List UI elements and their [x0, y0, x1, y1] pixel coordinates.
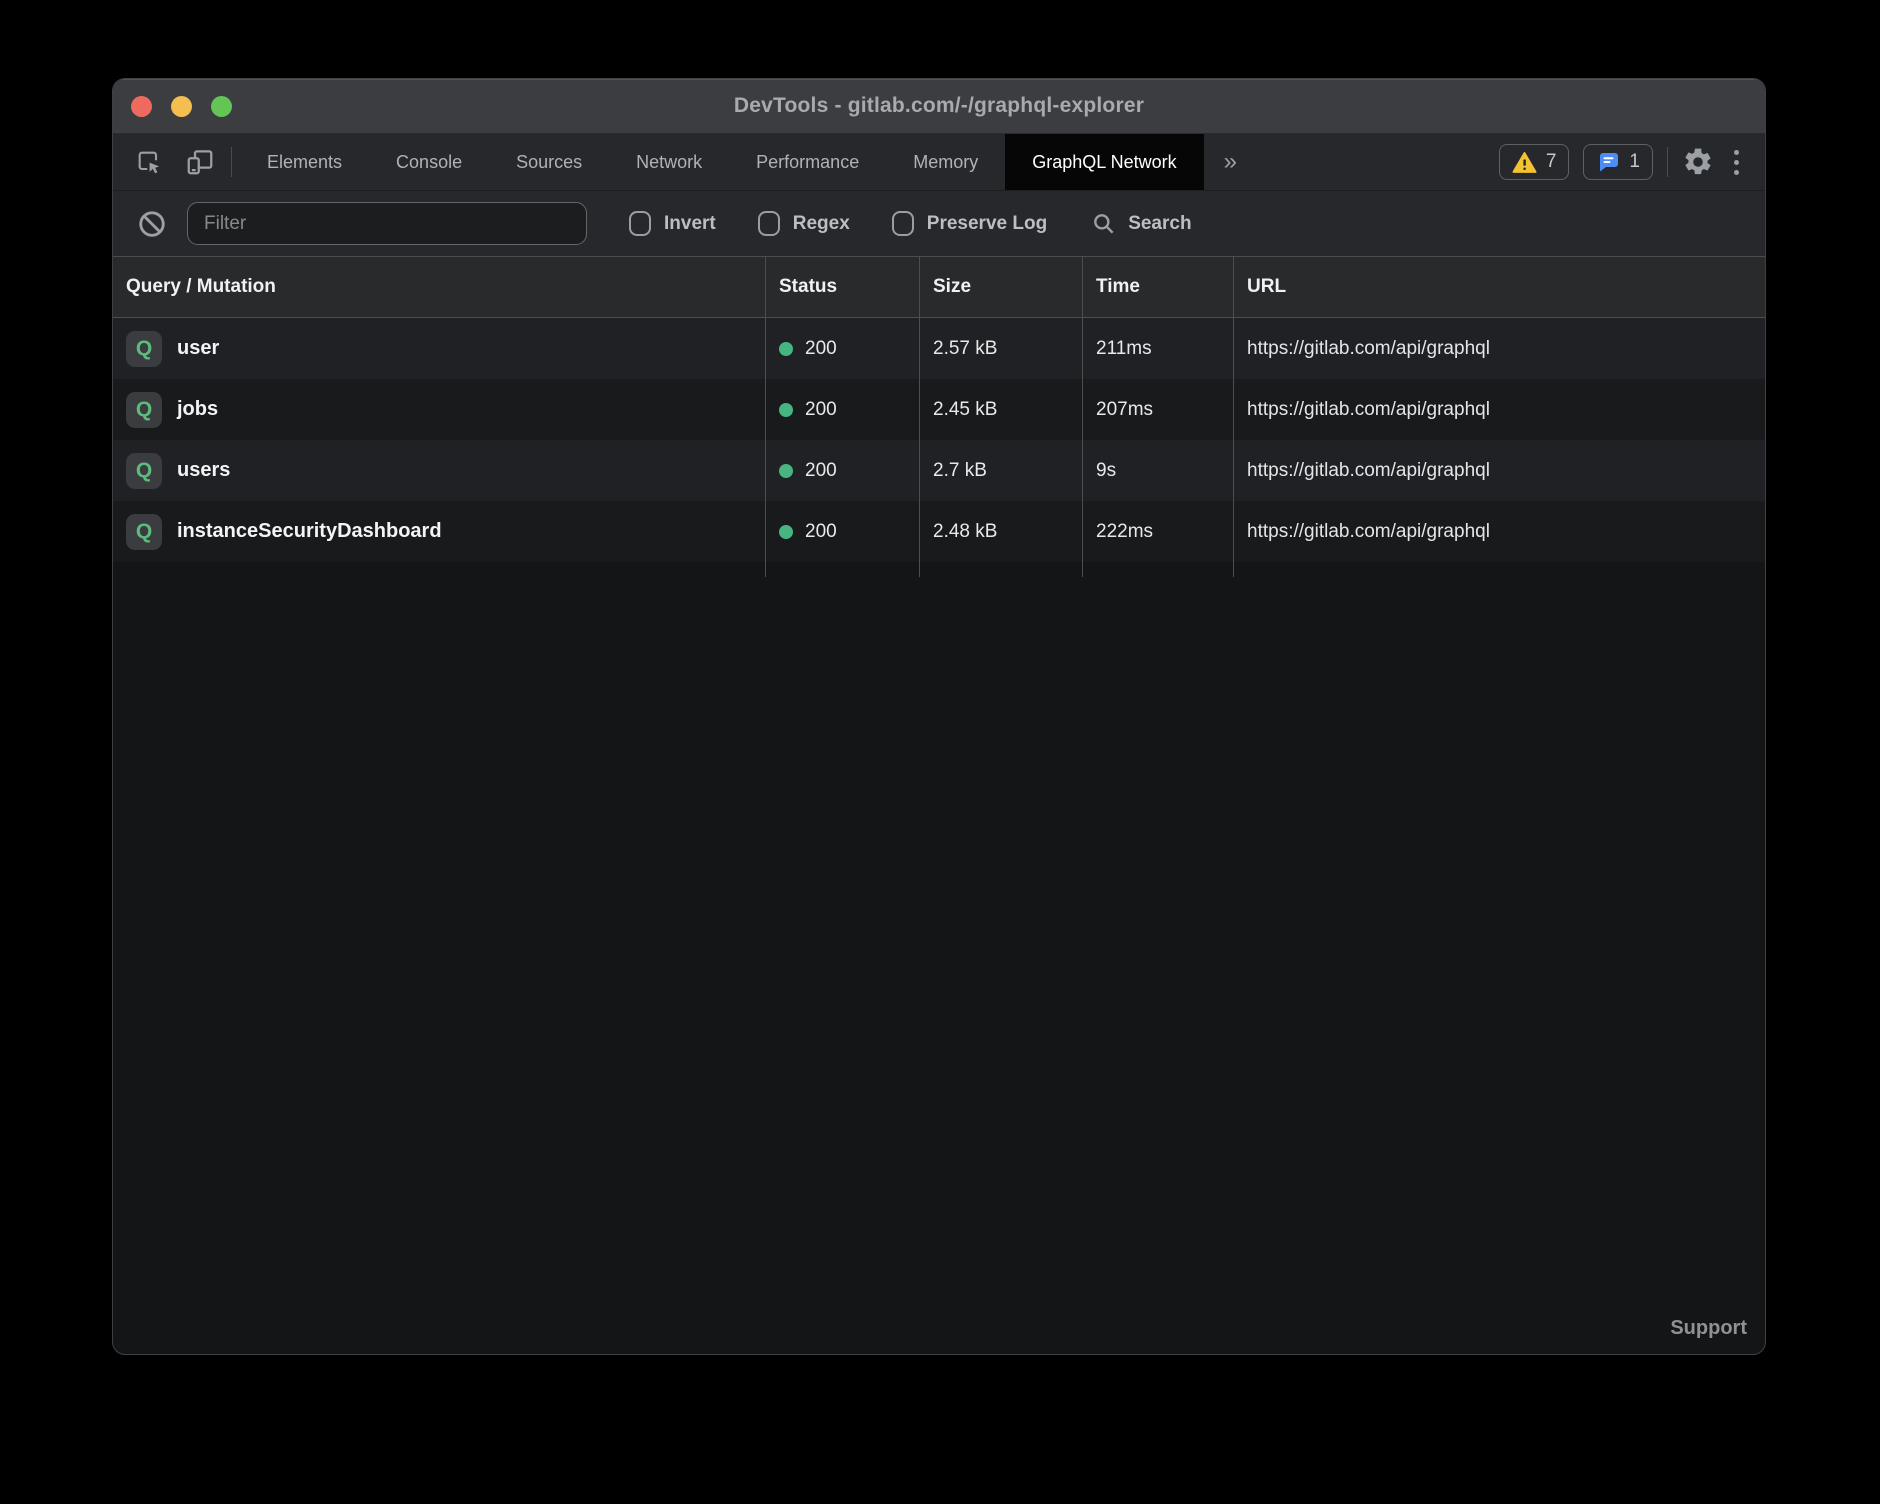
preserve-log-checkbox[interactable]: [892, 211, 914, 236]
column-divider-extension: [113, 562, 1765, 577]
status-ok-dot: [779, 342, 793, 356]
column-header-url: URL: [1233, 257, 1765, 317]
clear-log-icon[interactable]: [137, 209, 167, 239]
request-url: https://gitlab.com/api/graphql: [1247, 521, 1490, 543]
request-url: https://gitlab.com/api/graphql: [1247, 399, 1490, 421]
tab-graphql-network[interactable]: GraphQL Network: [1005, 134, 1203, 190]
request-url: https://gitlab.com/api/graphql: [1247, 460, 1490, 482]
toolbar-icons: [113, 134, 231, 190]
more-tabs-chevron-icon[interactable]: »: [1204, 134, 1257, 190]
column-header-query: Query / Mutation: [113, 257, 765, 317]
regex-label: Regex: [793, 213, 850, 235]
query-type-badge: Q: [126, 453, 162, 489]
column-header-size: Size: [919, 257, 1082, 317]
query-name: jobs: [177, 398, 218, 421]
window-title: DevTools - gitlab.com/-/graphql-explorer: [113, 79, 1765, 133]
response-time: 9s: [1096, 460, 1116, 482]
query-type-badge: Q: [126, 392, 162, 428]
devtools-tab-bar: Elements Console Sources Network Perform…: [113, 134, 1765, 191]
status-code: 200: [805, 399, 837, 421]
regex-checkbox-group[interactable]: Regex: [758, 211, 850, 236]
tab-memory[interactable]: Memory: [886, 134, 1005, 190]
status-code: 200: [805, 521, 837, 543]
messages-badge[interactable]: 1: [1583, 144, 1653, 180]
query-type-badge: Q: [126, 331, 162, 367]
tab-elements[interactable]: Elements: [240, 134, 369, 190]
support-link[interactable]: Support: [1670, 1317, 1747, 1340]
tab-console[interactable]: Console: [369, 134, 489, 190]
query-name: user: [177, 337, 219, 360]
tab-network[interactable]: Network: [609, 134, 729, 190]
chat-bubble-icon: [1596, 150, 1620, 174]
status-code: 200: [805, 460, 837, 482]
invert-checkbox[interactable]: [629, 211, 651, 236]
invert-label: Invert: [664, 213, 716, 235]
messages-count: 1: [1629, 151, 1640, 173]
table-row[interactable]: Q user 200 2.57 kB 211ms https://gitlab.…: [113, 318, 1765, 379]
status-code: 200: [805, 338, 837, 360]
preserve-log-label: Preserve Log: [927, 213, 1047, 235]
devtools-window: DevTools - gitlab.com/-/graphql-explorer…: [112, 78, 1766, 1355]
preserve-log-checkbox-group[interactable]: Preserve Log: [892, 211, 1047, 236]
toolbar-separator: [231, 147, 232, 177]
table-header: Query / Mutation Status Size Time URL: [113, 257, 1765, 318]
more-options-kebab-icon[interactable]: [1728, 150, 1745, 175]
table-row[interactable]: Q jobs 200 2.45 kB 207ms https://gitlab.…: [113, 379, 1765, 440]
query-name: users: [177, 459, 230, 482]
table-row[interactable]: Q instanceSecurityDashboard 200 2.48 kB …: [113, 501, 1765, 562]
warnings-badge[interactable]: 7: [1499, 144, 1570, 180]
response-time: 211ms: [1096, 338, 1152, 360]
device-toolbar-icon[interactable]: [185, 147, 215, 177]
toolbar-right-group: 7 1: [1499, 134, 1765, 190]
search-icon: [1091, 211, 1117, 237]
settings-gear-icon[interactable]: [1682, 146, 1714, 178]
table-row[interactable]: Q users 200 2.7 kB 9s https://gitlab.com…: [113, 440, 1765, 501]
query-type-badge: Q: [126, 514, 162, 550]
column-header-time: Time: [1082, 257, 1233, 317]
regex-checkbox[interactable]: [758, 211, 780, 236]
response-size: 2.57 kB: [933, 338, 997, 360]
tab-performance[interactable]: Performance: [729, 134, 886, 190]
filter-input[interactable]: [187, 202, 587, 245]
search-label: Search: [1128, 213, 1191, 235]
invert-checkbox-group[interactable]: Invert: [629, 211, 716, 236]
badges-separator: [1667, 147, 1668, 177]
filter-bar: Invert Regex Preserve Log Search: [113, 191, 1765, 257]
title-bar: DevTools - gitlab.com/-/graphql-explorer: [113, 79, 1765, 134]
response-time: 207ms: [1096, 399, 1153, 421]
response-size: 2.48 kB: [933, 521, 997, 543]
status-ok-dot: [779, 464, 793, 478]
response-size: 2.45 kB: [933, 399, 997, 421]
warning-triangle-icon: [1512, 151, 1537, 174]
search-control[interactable]: Search: [1091, 211, 1191, 237]
tab-sources[interactable]: Sources: [489, 134, 609, 190]
status-ok-dot: [779, 525, 793, 539]
column-header-status: Status: [765, 257, 919, 317]
warnings-count: 7: [1546, 151, 1557, 173]
response-time: 222ms: [1096, 521, 1153, 543]
request-url: https://gitlab.com/api/graphql: [1247, 338, 1490, 360]
inspect-element-icon[interactable]: [135, 148, 163, 176]
response-size: 2.7 kB: [933, 460, 987, 482]
query-name: instanceSecurityDashboard: [177, 520, 442, 543]
status-ok-dot: [779, 403, 793, 417]
